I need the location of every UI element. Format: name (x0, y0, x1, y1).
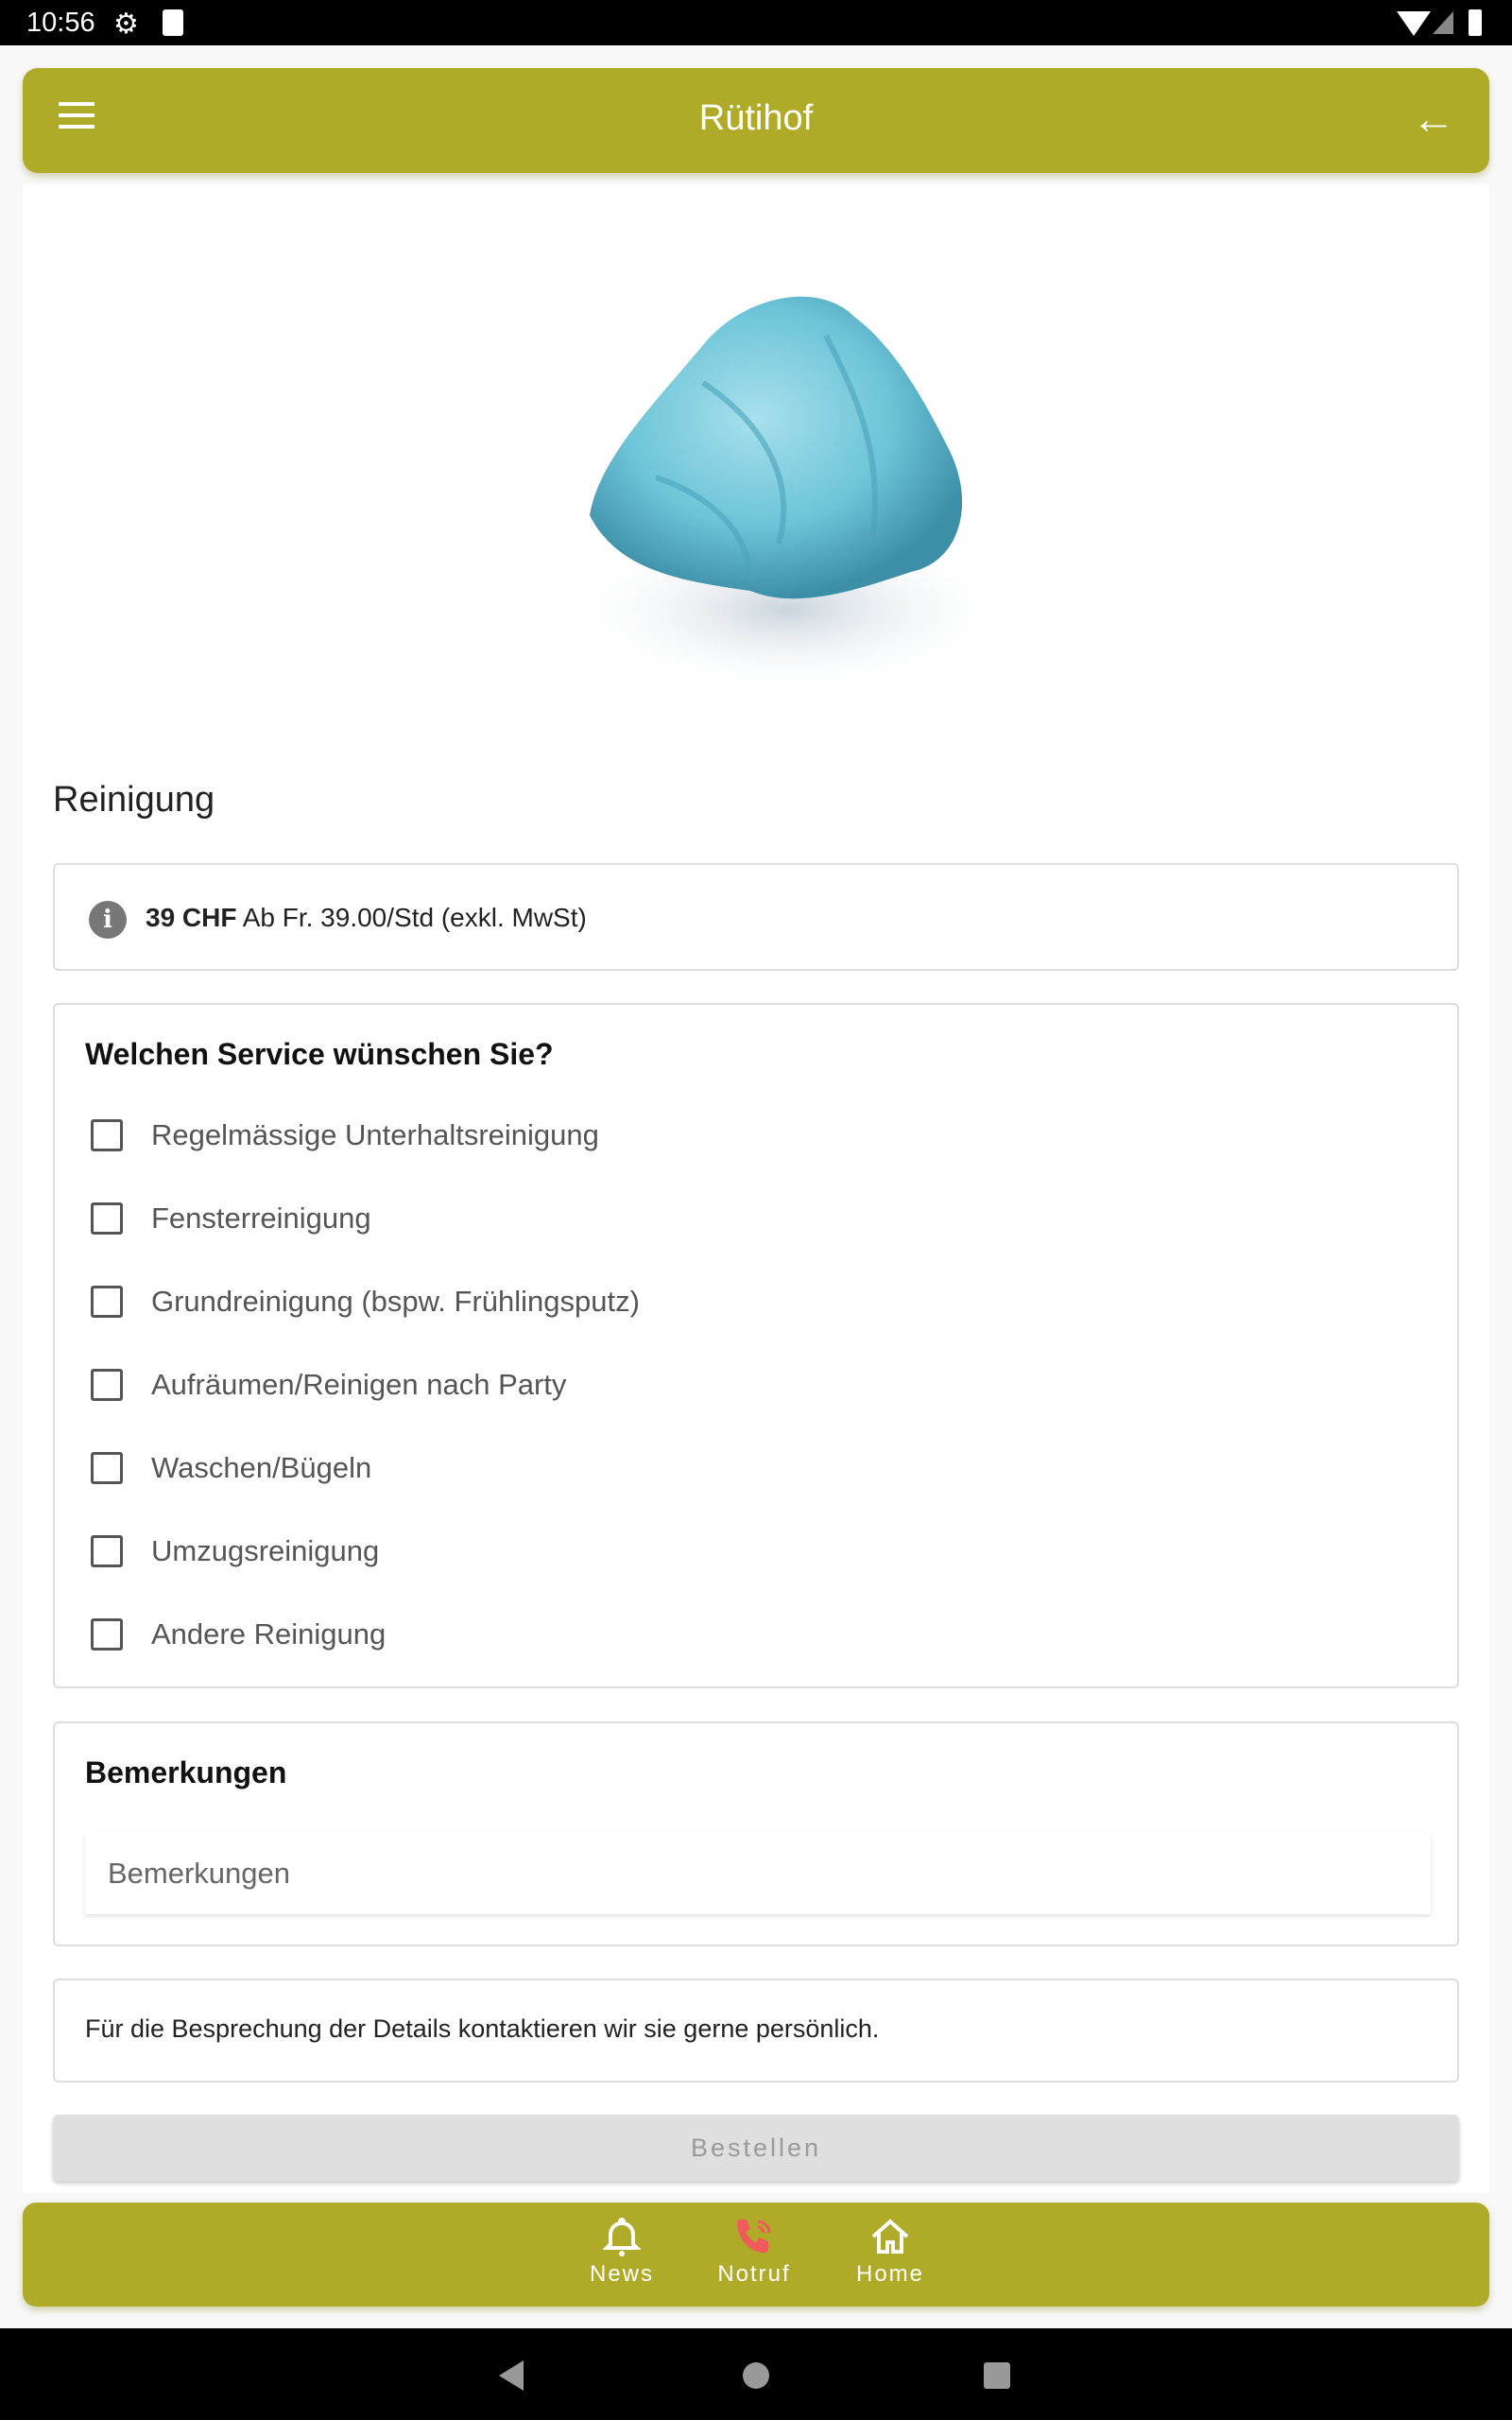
phone-icon (737, 2220, 771, 2253)
service-option[interactable]: Waschen/Bügeln (91, 1440, 371, 1496)
app-bar: Rütihof ← (23, 68, 1489, 173)
service-heading: Welchen Service wünschen Sie? (85, 1037, 554, 1071)
checkbox[interactable] (91, 1369, 123, 1401)
remarks-heading: Bemerkungen (85, 1755, 287, 1789)
bell-icon (603, 2217, 641, 2256)
nav-label: Home (855, 2261, 925, 2287)
signal-icon (1433, 11, 1453, 34)
option-label: Andere Reinigung (151, 1617, 387, 1651)
option-label: Grundreinigung (bspw. Frühlingsputz) (151, 1285, 640, 1318)
app-title: Rütihof (698, 98, 814, 138)
bottom-nav: News Notruf Home (23, 2203, 1489, 2307)
checkbox[interactable] (91, 1535, 123, 1567)
system-recents-icon[interactable] (984, 2362, 1010, 2389)
home-icon (871, 2219, 909, 2254)
option-label: Fensterreinigung (151, 1201, 371, 1235)
checkbox[interactable] (91, 1286, 123, 1318)
nav-news[interactable]: News (565, 2216, 679, 2288)
option-label: Umzugsreinigung (151, 1534, 380, 1567)
service-option[interactable]: Grundreinigung (bspw. Frühlingsputz) (91, 1273, 640, 1330)
nav-label: News (589, 2261, 654, 2287)
service-card: Welchen Service wünschen Sie? Regelmässi… (53, 1003, 1459, 1688)
sd-card-icon (163, 9, 183, 36)
settings-icon: ⚙ (113, 9, 139, 40)
checkbox[interactable] (91, 1119, 123, 1151)
page-title: Reinigung (53, 780, 215, 820)
status-bar: 10:56 ⚙ (0, 0, 1512, 45)
wifi-icon (1397, 11, 1431, 36)
remarks-input[interactable] (85, 1833, 1431, 1914)
option-label: Waschen/Bügeln (151, 1451, 372, 1484)
battery-icon (1469, 9, 1482, 36)
checkbox[interactable] (91, 1618, 123, 1651)
option-label: Aufräumen/Reinigen nach Party (151, 1368, 567, 1401)
price-description: Ab Fr. 39.00/Std (exkl. MwSt) (242, 903, 587, 932)
status-time: 10:56 (26, 8, 95, 38)
nav-home[interactable]: Home (833, 2216, 947, 2288)
service-option[interactable]: Fensterreinigung (91, 1190, 371, 1247)
back-arrow-icon[interactable]: ← (1412, 93, 1455, 144)
system-back-icon[interactable] (499, 2360, 524, 2391)
nav-label: Notruf (717, 2261, 791, 2287)
price-card: i 39 CHF Ab Fr. 39.00/Std (exkl. MwSt) (53, 863, 1459, 971)
system-home-icon[interactable] (743, 2362, 769, 2389)
checkbox[interactable] (91, 1202, 123, 1235)
contact-note: Für die Besprechung der Details kontakti… (85, 2014, 880, 2043)
cleaning-cloth-image (561, 296, 1015, 695)
option-label: Regelmässige Unterhaltsreinigung (151, 1118, 599, 1151)
contact-note-card: Für die Besprechung der Details kontakti… (53, 1979, 1459, 2083)
price-amount: 39 CHF (146, 903, 237, 932)
service-option[interactable]: Regelmässige Unterhaltsreinigung (91, 1107, 599, 1164)
system-nav-bar (0, 2328, 1512, 2420)
order-button[interactable]: Bestellen (53, 2115, 1459, 2181)
service-option[interactable]: Andere Reinigung (91, 1606, 386, 1663)
service-option[interactable]: Umzugsreinigung (91, 1523, 379, 1580)
info-icon: i (89, 901, 127, 939)
nav-notruf[interactable]: Notruf (697, 2216, 811, 2288)
content: Reinigung i 39 CHF Ab Fr. 39.00/Std (exk… (23, 184, 1489, 2193)
remarks-card: Bemerkungen (53, 1721, 1459, 1946)
service-option[interactable]: Aufräumen/Reinigen nach Party (91, 1357, 566, 1413)
checkbox[interactable] (91, 1452, 123, 1484)
